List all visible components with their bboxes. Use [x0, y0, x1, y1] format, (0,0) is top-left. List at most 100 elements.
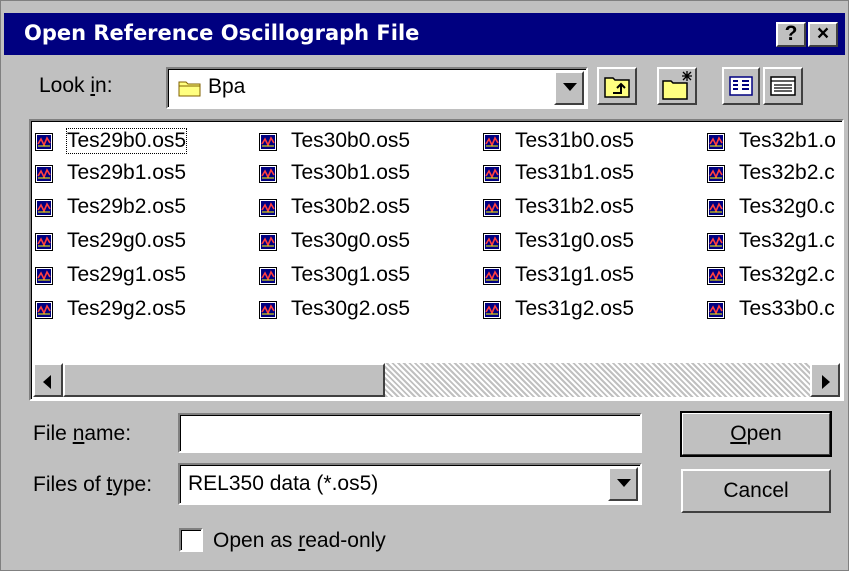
file-name: Tes31g1.os5: [515, 263, 635, 286]
file-list[interactable]: Tes29b0.os5 Tes29b1.os5 Tes29b2.os5 Tes29g0…: [29, 119, 844, 401]
file-name: Tes32g0.c: [739, 195, 835, 218]
file-name: Tes29g0.os5: [67, 229, 187, 252]
oscillograph-file-icon: [35, 301, 53, 319]
file-item[interactable]: Tes32b1.o: [707, 127, 842, 155]
file-item[interactable]: Tes32g1.c: [707, 227, 842, 255]
help-button[interactable]: ?: [776, 22, 806, 47]
scroll-left-button[interactable]: [33, 363, 63, 397]
oscillograph-file-icon: [483, 199, 501, 217]
details-view-button[interactable]: [763, 67, 803, 105]
file-name: Tes30b1.os5: [291, 161, 411, 184]
file-name: Tes31b1.os5: [515, 161, 635, 184]
create-new-folder-button[interactable]: [657, 67, 697, 105]
file-item[interactable]: Tes32g0.c: [707, 193, 842, 221]
horizontal-scrollbar[interactable]: [33, 363, 840, 397]
file-name: Tes31g2.os5: [515, 297, 635, 320]
window-title: Open Reference Oscillograph File: [24, 21, 420, 45]
oscillograph-file-icon: [35, 165, 53, 183]
file-item[interactable]: Tes29g2.os5: [35, 295, 255, 323]
read-only-checkbox[interactable]: [179, 528, 203, 552]
oscillograph-file-icon: [35, 199, 53, 217]
file-name: Tes32b1.o: [739, 129, 836, 152]
oscillograph-file-icon: [483, 165, 501, 183]
file-name: Tes31g0.os5: [515, 229, 635, 252]
oscillograph-file-icon: [35, 133, 53, 151]
cancel-button[interactable]: Cancel: [681, 469, 831, 513]
file-type-dropdown-button[interactable]: [608, 467, 638, 501]
close-icon: ×: [816, 22, 830, 45]
look-in-dropdown-button[interactable]: [554, 71, 584, 105]
folder-icon: [178, 81, 201, 97]
scroll-right-button[interactable]: [810, 363, 840, 397]
file-item[interactable]: Tes31b1.os5: [483, 159, 703, 187]
help-icon: ?: [784, 22, 798, 45]
file-type-label: Files of type:: [33, 473, 153, 496]
details-view-icon: [770, 76, 796, 96]
file-name: Tes32g1.c: [739, 229, 835, 252]
oscillograph-file-icon: [707, 301, 725, 319]
file-name: Tes29g2.os5: [67, 297, 187, 320]
read-only-label[interactable]: Open as read-only: [213, 529, 386, 553]
oscillograph-file-icon: [259, 199, 277, 217]
file-name-input[interactable]: [178, 413, 642, 453]
chevron-down-icon: [563, 83, 577, 91]
file-name: Tes30b0.os5: [291, 129, 411, 152]
oscillograph-file-icon: [259, 267, 277, 285]
file-item[interactable]: Tes30g0.os5: [259, 227, 479, 255]
look-in-combo[interactable]: Bpa: [166, 67, 588, 109]
file-name: Tes32b2.c: [739, 161, 835, 184]
oscillograph-file-icon: [35, 267, 53, 285]
scrollbar-thumb[interactable]: [63, 363, 385, 397]
open-button[interactable]: Open: [680, 411, 832, 457]
oscillograph-file-icon: [707, 267, 725, 285]
file-type-select[interactable]: REL350 data (*.os5): [178, 463, 642, 505]
file-item[interactable]: Tes29b0.os5: [35, 127, 255, 155]
file-item[interactable]: Tes30b1.os5: [259, 159, 479, 187]
look-in-value: Bpa: [208, 75, 246, 98]
file-item[interactable]: Tes33b0.c: [707, 295, 842, 323]
oscillograph-file-icon: [259, 133, 277, 151]
title-bar[interactable]: Open Reference Oscillograph File ? ×: [4, 13, 845, 55]
file-item[interactable]: Tes31b2.os5: [483, 193, 703, 221]
oscillograph-file-icon: [707, 199, 725, 217]
file-item[interactable]: Tes32g2.c: [707, 261, 842, 289]
oscillograph-file-icon: [483, 267, 501, 285]
file-item[interactable]: Tes31g2.os5: [483, 295, 703, 323]
file-name: Tes30b2.os5: [291, 195, 411, 218]
file-item[interactable]: Tes30b0.os5: [259, 127, 479, 155]
file-name: Tes29b2.os5: [67, 195, 187, 218]
file-item[interactable]: Tes31g1.os5: [483, 261, 703, 289]
file-item[interactable]: Tes29g0.os5: [35, 227, 255, 255]
open-file-dialog: Open Reference Oscillograph File ? × Loo…: [0, 0, 849, 571]
file-name: Tes29g1.os5: [67, 263, 187, 286]
file-name: Tes30g0.os5: [291, 229, 411, 252]
file-item[interactable]: Tes29g1.os5: [35, 261, 255, 289]
file-item[interactable]: Tes32b2.c: [707, 159, 842, 187]
file-name: Tes31b2.os5: [515, 195, 635, 218]
file-name: Tes30g1.os5: [291, 263, 411, 286]
file-item[interactable]: Tes30b2.os5: [259, 193, 479, 221]
create-new-folder-icon: [662, 71, 692, 100]
oscillograph-file-icon: [259, 165, 277, 183]
oscillograph-file-icon: [483, 233, 501, 251]
file-name: Tes32g2.c: [739, 263, 835, 286]
oscillograph-file-icon: [259, 301, 277, 319]
file-item[interactable]: Tes30g1.os5: [259, 261, 479, 289]
list-view-button[interactable]: [722, 67, 760, 105]
look-in-label: Look in:: [39, 74, 113, 97]
file-item[interactable]: Tes31g0.os5: [483, 227, 703, 255]
arrow-left-icon: [43, 375, 51, 389]
oscillograph-file-icon: [259, 233, 277, 251]
file-name: Tes31b0.os5: [515, 129, 635, 152]
file-item[interactable]: Tes29b2.os5: [35, 193, 255, 221]
oscillograph-file-icon: [707, 165, 725, 183]
oscillograph-file-icon: [707, 133, 725, 151]
oscillograph-file-icon: [707, 233, 725, 251]
file-item[interactable]: Tes31b0.os5: [483, 127, 703, 155]
file-item[interactable]: Tes30g2.os5: [259, 295, 479, 323]
file-item[interactable]: Tes29b1.os5: [35, 159, 255, 187]
up-one-level-button[interactable]: [597, 67, 637, 105]
arrow-right-icon: [822, 375, 830, 389]
close-button[interactable]: ×: [808, 22, 838, 47]
file-name-label: File name:: [33, 422, 132, 445]
